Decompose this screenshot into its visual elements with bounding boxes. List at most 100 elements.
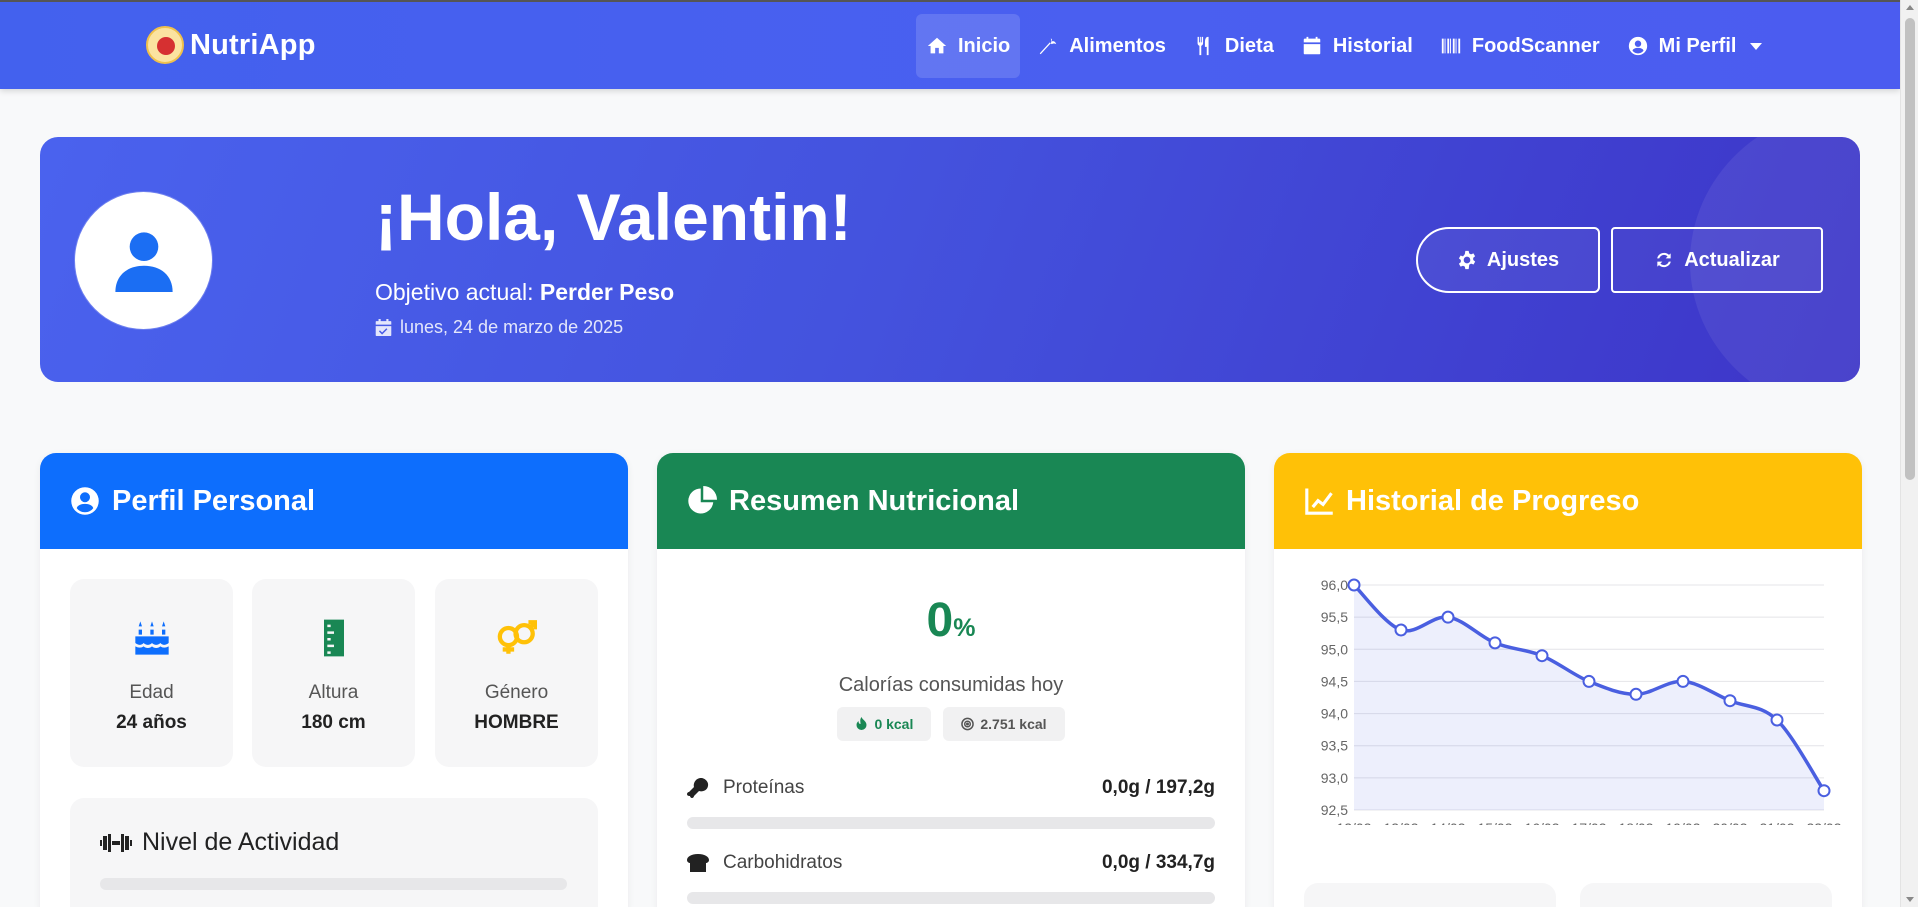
y-tick-label: 93,5 (1321, 738, 1348, 754)
nav-item-historial[interactable]: Historial (1291, 14, 1423, 78)
stat-label: Altura (308, 682, 359, 703)
main-nav: Inicio Alimentos Dieta Historial FoodSca… (916, 14, 1779, 78)
x-tick-label: 14/03 (1430, 820, 1465, 825)
carrot-icon (1039, 38, 1057, 55)
date-text: lunes, 24 de marzo de 2025 (400, 317, 624, 337)
profile-card-header: Perfil Personal (40, 453, 628, 549)
stat-age: Edad 24 años (70, 579, 233, 767)
x-tick-label: 16/03 (1524, 820, 1559, 825)
calendar-icon (1303, 36, 1321, 55)
macro-protein: Proteínas 0,0g / 197,2g (687, 773, 1215, 829)
progress-card: Historial de Progreso 96,0 95,5 95,0 94,5 94… (1274, 453, 1862, 907)
fire-icon (856, 717, 867, 730)
x-tick-label: 13/03 (1383, 820, 1418, 825)
progress-card-title: Historial de Progreso (1346, 484, 1640, 517)
top-navbar: NutriApp Inicio Alimentos Dieta Historia… (0, 0, 1900, 89)
calendar-check-icon (375, 319, 392, 336)
scroll-down-arrow-icon[interactable] (1906, 897, 1914, 902)
data-point (1770, 713, 1784, 727)
nav-label: Historial (1332, 34, 1413, 57)
data-point (1582, 674, 1596, 688)
nav-label: Alimentos (1069, 34, 1166, 57)
gear-icon (1458, 250, 1476, 270)
greeting-title: ¡Hola, Valentin! (375, 180, 852, 254)
target-icon (961, 717, 975, 731)
nav-label: FoodScanner (1471, 34, 1600, 57)
refresh-label: Actualizar (1684, 248, 1780, 271)
macro-name-wrap: Carbohidratos (687, 852, 842, 874)
stat-height: Altura 180 cm (252, 579, 415, 767)
brand[interactable]: NutriApp (146, 26, 316, 64)
x-tick-label: 18/03 (1618, 820, 1653, 825)
gender-icon (497, 620, 538, 654)
macro-name-wrap: Proteínas (687, 777, 804, 799)
profile-card: Perfil Personal Edad 24 años Altura 180 … (40, 453, 628, 907)
nav-item-foodscanner[interactable]: FoodScanner (1430, 14, 1610, 78)
nav-item-inicio[interactable]: Inicio (916, 14, 1021, 78)
nav-item-mi-perfil[interactable]: Mi Perfil (1617, 14, 1773, 78)
stat-label: Edad (129, 682, 174, 703)
data-point (1629, 687, 1643, 701)
refresh-button[interactable]: Actualizar (1611, 227, 1823, 293)
calorie-chips: 0 kcal 2.751 kcal (657, 707, 1245, 741)
utensils-icon (1197, 36, 1209, 56)
x-tick-label: 20/03 (1712, 820, 1747, 825)
y-tick-label: 94,5 (1321, 673, 1348, 689)
scroll-up-arrow-icon[interactable] (1906, 5, 1914, 10)
macro-name: Proteínas (723, 777, 805, 798)
stat-value: 24 años (116, 712, 187, 733)
user-icon (114, 231, 173, 292)
target-kcal: 2.751 kcal (980, 716, 1047, 732)
data-point (1535, 649, 1549, 663)
user-circle-icon (1628, 36, 1647, 56)
chevron-down-icon (1750, 42, 1763, 50)
settings-button[interactable]: Ajustes (1416, 227, 1600, 293)
data-point (1723, 694, 1737, 708)
series-area-fill (1354, 585, 1824, 810)
nav-item-alimentos[interactable]: Alimentos (1027, 14, 1176, 78)
macro-progress-bar (687, 892, 1215, 904)
consumed-kcal-badge: 0 kcal (837, 707, 932, 741)
nav-item-dieta[interactable]: Dieta (1183, 14, 1284, 78)
stat-label: Género (484, 682, 549, 703)
macro-carbs: Carbohidratos 0,0g / 334,7g (687, 848, 1215, 904)
home-icon (927, 37, 947, 54)
progress-summary-box (1304, 883, 1556, 907)
current-goal: Objetivo actual: Perder Peso (375, 279, 674, 306)
activity-title-text: Nivel de Actividad (142, 828, 340, 856)
nav-label: Mi Perfil (1658, 34, 1737, 57)
target-kcal-badge: 2.751 kcal (943, 707, 1065, 741)
welcome-banner: ¡Hola, Valentin! Objetivo actual: Perder… (40, 137, 1860, 382)
data-point (1676, 674, 1690, 688)
brand-name: NutriApp (190, 28, 316, 61)
apple-logo-icon (146, 26, 184, 64)
data-point (1394, 623, 1408, 637)
y-tick-label: 93,0 (1321, 770, 1348, 786)
refresh-icon (1657, 252, 1672, 268)
activity-title: Nivel de Actividad (100, 828, 339, 857)
data-point (1488, 636, 1502, 650)
x-tick-label: 15/03 (1477, 820, 1512, 825)
data-point (1347, 578, 1361, 592)
y-tick-label: 94,0 (1321, 706, 1348, 722)
drumstick-icon (687, 778, 709, 798)
calorie-percent: 0% (657, 593, 1245, 648)
progress-summary-box (1580, 883, 1832, 907)
goal-prefix: Objetivo actual: (375, 279, 540, 305)
nutrition-card-header: Resumen Nutricional (657, 453, 1245, 549)
scrollbar-thumb[interactable] (1905, 18, 1915, 480)
x-tick-label: 17/03 (1571, 820, 1606, 825)
ruler-icon (323, 619, 344, 657)
profile-card-title: Perfil Personal (112, 484, 316, 517)
stat-value: HOMBRE (474, 712, 559, 733)
line-chart-icon (1305, 488, 1333, 515)
y-tick-label: 92,5 (1321, 802, 1348, 818)
avatar (75, 192, 212, 329)
goal-value: Perder Peso (539, 279, 675, 305)
y-tick-label: 95,0 (1321, 641, 1348, 657)
data-point (1817, 784, 1831, 798)
y-tick-label: 95,5 (1321, 609, 1348, 625)
consumed-kcal: 0 kcal (874, 716, 914, 732)
pie-chart-icon (688, 486, 717, 514)
page-scrollbar[interactable] (1900, 0, 1918, 907)
